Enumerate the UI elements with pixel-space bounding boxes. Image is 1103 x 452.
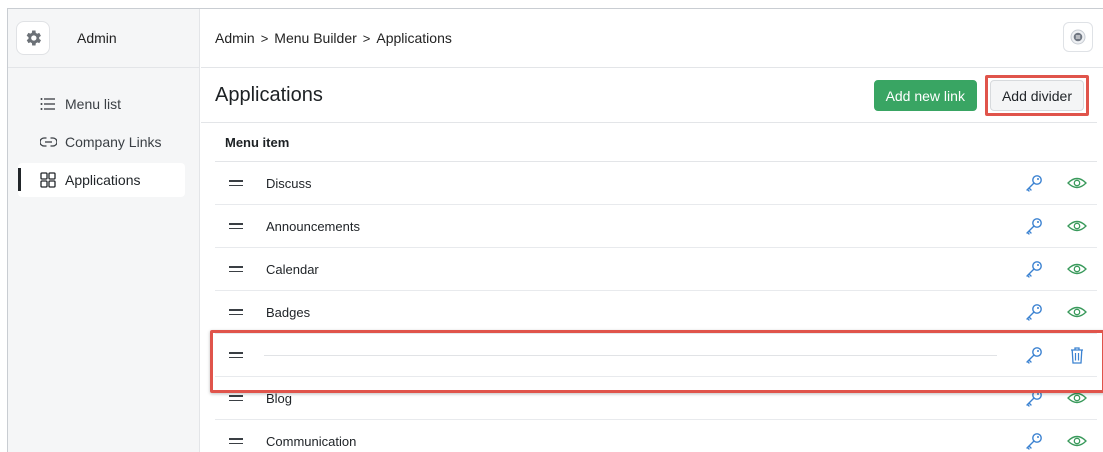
- highlight-box: Add divider: [984, 75, 1089, 116]
- breadcrumb-admin[interactable]: Admin: [215, 30, 255, 46]
- drag-handle-icon[interactable]: [229, 223, 243, 229]
- topbar: Admin > Menu Builder > Applications: [201, 9, 1103, 68]
- divider-line: [264, 354, 997, 356]
- sidebar-nav: Menu list Company Links Applications: [8, 68, 199, 197]
- table-column-header: Menu item: [215, 123, 1097, 162]
- sidebar-item-label: Company Links: [65, 134, 162, 150]
- drag-handle-icon[interactable]: [229, 352, 243, 358]
- sidebar-item-label: Applications: [65, 172, 141, 188]
- row-actions: [1024, 205, 1097, 247]
- menu-item-label: Communication: [266, 433, 357, 449]
- page-title-row: Applications Add new link Add divider: [201, 69, 1097, 123]
- row-actions: [1024, 420, 1097, 452]
- add-new-link-button[interactable]: Add new link: [873, 80, 977, 111]
- key-icon[interactable]: [1024, 388, 1044, 408]
- breadcrumb-menu-builder[interactable]: Menu Builder: [274, 30, 357, 46]
- key-icon[interactable]: [1024, 345, 1044, 365]
- eye-icon[interactable]: [1067, 431, 1087, 451]
- list-icon: [39, 95, 57, 113]
- breadcrumb: Admin > Menu Builder > Applications: [215, 30, 452, 46]
- sidebar-brand-title: Admin: [77, 30, 117, 46]
- main-content: Applications Add new link Add divider Me…: [201, 69, 1103, 452]
- row-actions: [1024, 377, 1097, 419]
- link-icon: [39, 133, 57, 151]
- eye-icon[interactable]: [1067, 302, 1087, 322]
- sidebar: Admin Menu list Company Links Applicatio…: [8, 9, 200, 452]
- avatar-chat-icon[interactable]: [1063, 22, 1093, 52]
- gear-icon[interactable]: [16, 21, 50, 55]
- row-actions: [1024, 162, 1097, 204]
- sidebar-item-menu-list[interactable]: Menu list: [18, 87, 185, 121]
- key-icon[interactable]: [1024, 216, 1044, 236]
- key-icon[interactable]: [1024, 302, 1044, 322]
- page-actions: Add new link Add divider: [873, 75, 1089, 116]
- drag-handle-icon[interactable]: [229, 309, 243, 315]
- menu-items-table: Menu item Discuss Announcements Calendar…: [215, 123, 1097, 452]
- menu-item-label: Announcements: [266, 218, 360, 234]
- sidebar-item-label: Menu list: [65, 96, 122, 112]
- key-icon[interactable]: [1024, 431, 1044, 451]
- breadcrumb-separator: >: [260, 30, 269, 46]
- breadcrumb-separator: >: [362, 30, 371, 46]
- drag-handle-icon[interactable]: [229, 395, 243, 401]
- menu-item-label: Blog: [266, 390, 293, 406]
- active-indicator: [18, 168, 21, 191]
- row-actions: [1024, 334, 1097, 376]
- eye-icon[interactable]: [1067, 259, 1087, 279]
- menu-item-label: Badges: [266, 304, 311, 320]
- app-window: Admin Menu list Company Links Applicatio…: [7, 8, 1103, 452]
- sidebar-item-applications[interactable]: Applications: [18, 163, 185, 197]
- eye-icon[interactable]: [1067, 388, 1087, 408]
- drag-handle-icon[interactable]: [229, 180, 243, 186]
- add-divider-button[interactable]: Add divider: [989, 80, 1084, 111]
- table-row: Discuss: [215, 162, 1097, 205]
- page-title: Applications: [215, 84, 323, 106]
- row-actions: [1024, 291, 1097, 333]
- sidebar-item-company-links[interactable]: Company Links: [18, 125, 185, 159]
- drag-handle-icon[interactable]: [229, 266, 243, 272]
- eye-icon[interactable]: [1067, 173, 1087, 193]
- table-row: Blog: [215, 377, 1097, 420]
- drag-handle-icon[interactable]: [229, 438, 243, 444]
- table-row: Calendar: [215, 248, 1097, 291]
- sidebar-brand: Admin: [8, 9, 199, 68]
- breadcrumb-applications: Applications: [376, 30, 452, 46]
- table-row: Announcements: [215, 205, 1097, 248]
- row-actions: [1024, 248, 1097, 290]
- menu-item-label: Discuss: [266, 175, 312, 191]
- eye-icon[interactable]: [1067, 216, 1087, 236]
- grid-icon: [39, 171, 57, 189]
- table-body: Discuss Announcements Calendar Badges Bl…: [215, 162, 1097, 452]
- key-icon[interactable]: [1024, 173, 1044, 193]
- menu-item-label: Calendar: [266, 261, 319, 277]
- key-icon[interactable]: [1024, 259, 1044, 279]
- table-row: Badges: [215, 291, 1097, 334]
- table-row-divider: [215, 334, 1097, 377]
- table-row: Communication: [215, 420, 1097, 452]
- trash-icon[interactable]: [1067, 345, 1087, 365]
